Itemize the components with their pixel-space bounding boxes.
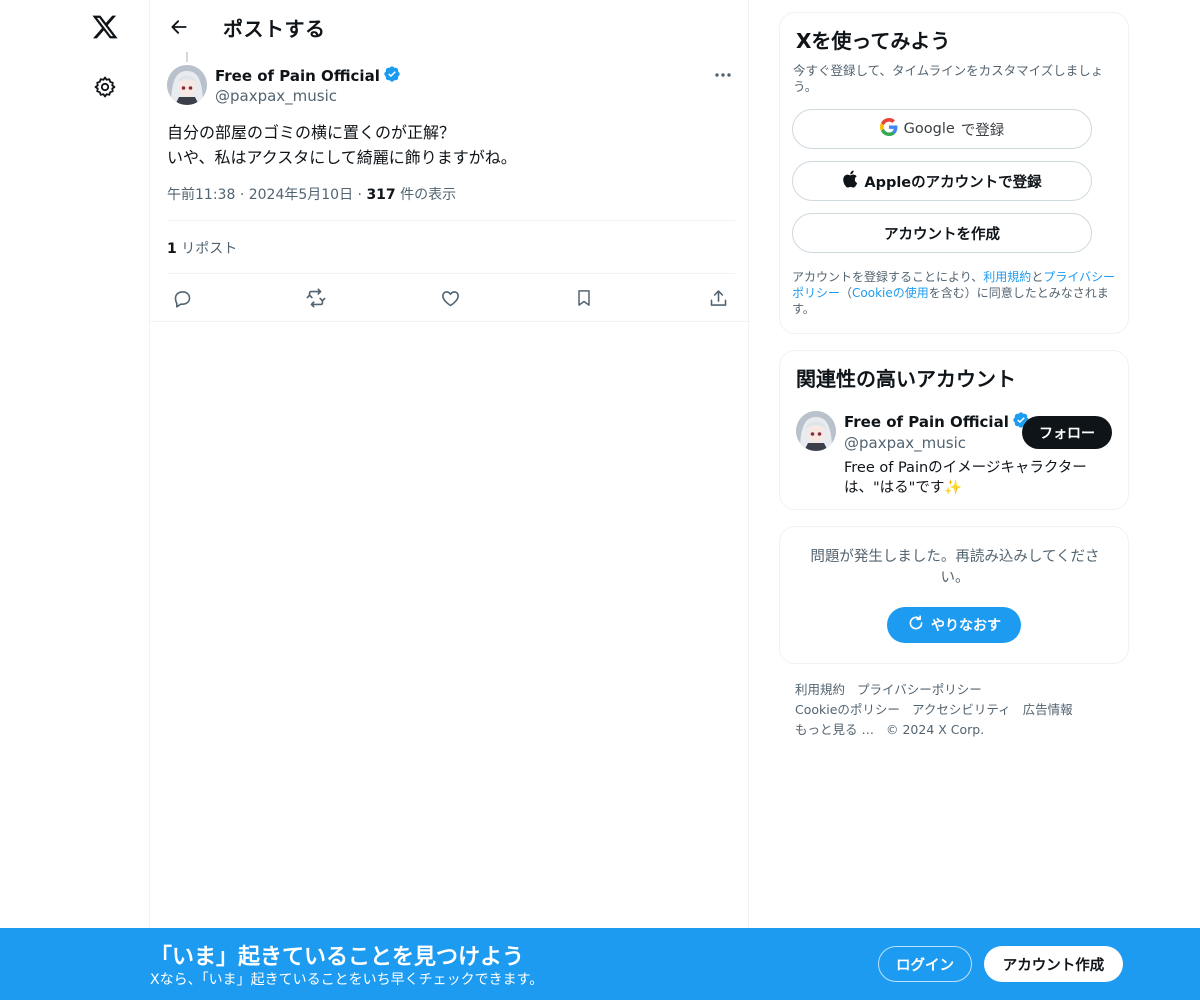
- divider: [150, 321, 750, 322]
- divider: [167, 273, 735, 274]
- author-name-text[interactable]: Free of Pain Official: [215, 67, 380, 85]
- related-account-name-text[interactable]: Free of Pain Official: [844, 413, 1009, 431]
- post-date[interactable]: 2024年5月10日: [249, 187, 353, 203]
- main-column: ポストする Free of Pain Official @paxpax_musi…: [149, 0, 750, 1000]
- views-count: 317: [366, 187, 396, 203]
- signup-card: Xを使ってみよう 今すぐ登録して、タイムラインをカスタマイズしましょう。 Goo…: [779, 12, 1129, 334]
- post-actions: [167, 283, 735, 313]
- back-arrow-icon[interactable]: [164, 12, 194, 42]
- like-heart-icon[interactable]: [435, 283, 465, 313]
- apple-signup-button[interactable]: Appleのアカウントで登録: [792, 161, 1092, 201]
- google-brand-label: Google: [903, 121, 955, 137]
- share-icon[interactable]: [703, 283, 733, 313]
- post-text-line: いや、私はアクスタにして綺麗に飾りますがね。: [167, 148, 517, 167]
- terms-of-service-link[interactable]: 利用規約: [983, 270, 1031, 284]
- repost-number: 1: [167, 241, 177, 257]
- meta-separator: ·: [239, 187, 249, 203]
- thread-line: [186, 52, 188, 62]
- error-card: 問題が発生しました。再読み込みしてください。 やりなおす: [779, 526, 1129, 664]
- page-title: ポストする: [223, 17, 326, 41]
- google-icon: [879, 118, 898, 140]
- related-account-name[interactable]: Free of Pain Official: [844, 411, 1030, 433]
- author-name[interactable]: Free of Pain Official: [215, 65, 401, 87]
- refresh-icon: [907, 614, 925, 636]
- footer-copyright: © 2024 X Corp.: [885, 722, 985, 737]
- gear-icon[interactable]: [88, 70, 122, 104]
- avatar[interactable]: [796, 411, 836, 451]
- repost-label: リポスト: [181, 241, 238, 257]
- terms-text-part: アカウントを登録することにより、: [792, 270, 984, 284]
- related-title: 関連性の高いアカウント: [796, 367, 1016, 391]
- login-button[interactable]: ログイン: [878, 946, 972, 982]
- verified-badge-icon: [383, 65, 401, 87]
- reply-icon[interactable]: [167, 283, 197, 313]
- google-signup-label: で登録: [960, 122, 1005, 139]
- bottom-bar-subtitle: Xなら、「いま」起きていることをいち早くチェックできます。: [150, 972, 544, 988]
- create-account-button[interactable]: アカウントを作成: [792, 213, 1092, 253]
- follow-button[interactable]: フォロー: [1022, 416, 1112, 449]
- post-text: 自分の部屋のゴミの横に置くのが正解？ いや、私はアクスタにして綺麗に飾りますがね…: [167, 120, 727, 170]
- signup-title: Xを使ってみよう: [796, 29, 951, 53]
- x-logo-icon[interactable]: [88, 10, 122, 44]
- views-label: 件の表示: [400, 187, 457, 203]
- footer-link-accessibility[interactable]: アクセシビリティ: [912, 702, 1011, 717]
- error-message: 問題が発生しました。再読み込みしてください。: [810, 549, 1100, 586]
- repost-count[interactable]: 1 リポスト: [167, 238, 237, 258]
- bottom-bar-title: 「いま」起きていることを見つけよう: [150, 945, 525, 970]
- apple-signup-label: Appleのアカウントで登録: [864, 174, 1042, 191]
- post-time[interactable]: 午前11:38: [167, 187, 235, 203]
- post-meta: 午前11:38 · 2024年5月10日 · 317 件の表示: [167, 184, 456, 204]
- signup-subtitle: 今すぐ登録して、タイムラインをカスタマイズしましょう。: [793, 63, 1104, 94]
- terms-text-part: と: [1031, 270, 1044, 284]
- signup-button[interactable]: アカウント作成: [984, 946, 1123, 982]
- footer-link-terms[interactable]: 利用規約: [795, 682, 845, 697]
- left-nav: [0, 0, 150, 1000]
- post-text-line: 自分の部屋のゴミの横に置くのが正解？: [167, 123, 456, 142]
- footer-link-cookie[interactable]: Cookieのポリシー: [795, 702, 900, 717]
- avatar[interactable]: [167, 65, 207, 105]
- create-account-label: アカウントを作成: [884, 226, 1000, 243]
- retry-button[interactable]: やりなおす: [887, 607, 1021, 643]
- google-signup-button[interactable]: Google で登録: [792, 109, 1092, 149]
- apple-icon: [842, 170, 858, 192]
- related-accounts-card: 関連性の高いアカウント Free of Pain Official @paxpa…: [779, 350, 1129, 510]
- related-account-handle[interactable]: @paxpax_music: [844, 434, 966, 452]
- retry-label: やりなおす: [931, 618, 1001, 634]
- repost-icon[interactable]: [301, 283, 331, 313]
- related-account-bio: Free of Painのイメージキャラクターは、"はる"です✨: [844, 460, 1087, 496]
- terms-text: アカウントを登録することにより、利用規約とプライバシーポリシー（Cookieの使…: [792, 269, 1118, 317]
- footer-link-privacy[interactable]: プライバシーポリシー: [857, 682, 982, 697]
- footer-link-more[interactable]: もっと見る …: [795, 722, 874, 737]
- more-options-icon[interactable]: [710, 64, 736, 86]
- cookie-use-link[interactable]: Cookieの使用: [852, 286, 929, 300]
- footer-link-ads[interactable]: 広告情報: [1023, 702, 1073, 717]
- author-handle[interactable]: @paxpax_music: [215, 87, 337, 105]
- divider: [167, 220, 735, 221]
- bottom-signup-bar: 「いま」起きていることを見つけよう Xなら、「いま」起きていることをいち早くチェ…: [0, 928, 1200, 1000]
- footer-links: 利用規約 プライバシーポリシー Cookieのポリシー アクセシビリティ 広告情報 も…: [795, 680, 1125, 740]
- bookmark-icon[interactable]: [569, 283, 599, 313]
- terms-text-part: （: [840, 286, 853, 300]
